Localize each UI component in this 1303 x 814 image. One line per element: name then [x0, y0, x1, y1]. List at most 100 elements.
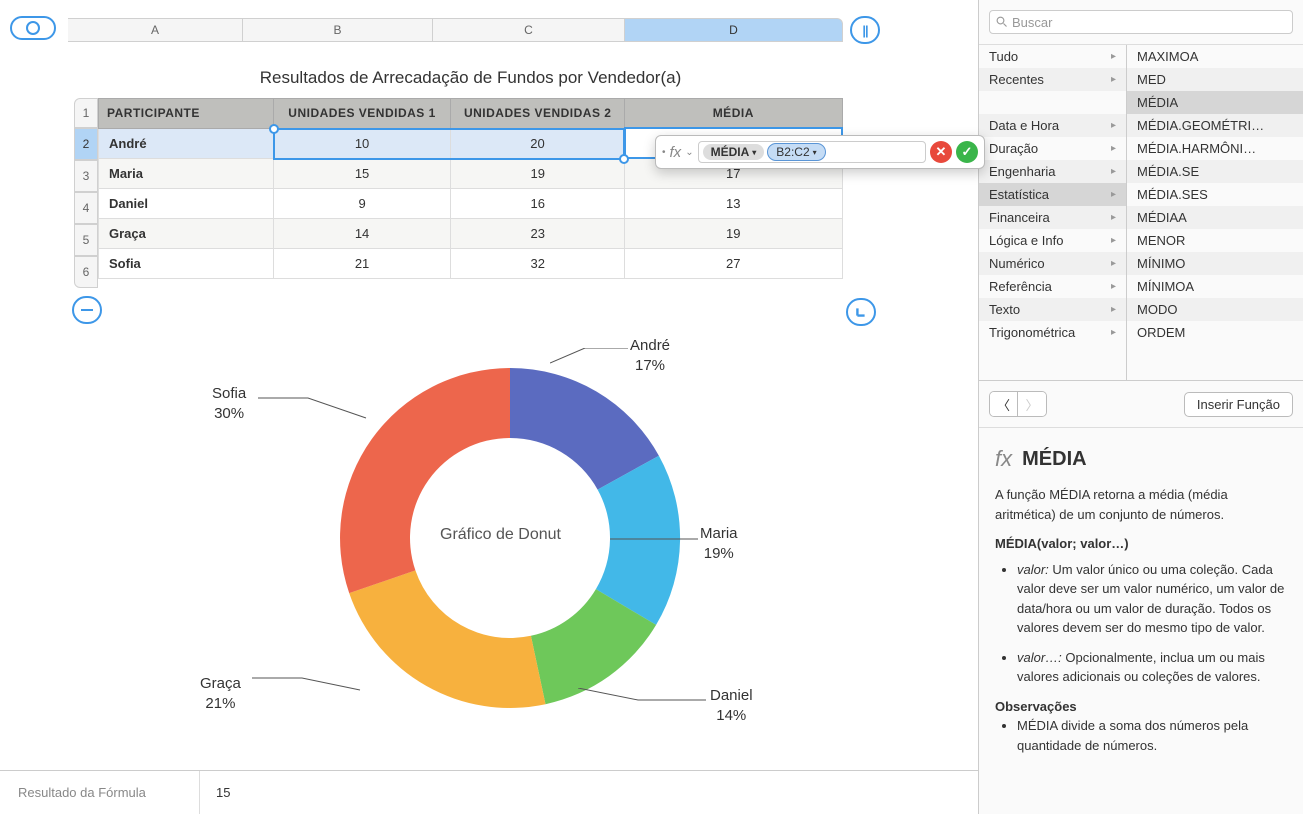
cell[interactable]: 9 — [273, 189, 451, 219]
category-item[interactable] — [979, 91, 1126, 114]
function-item[interactable]: MÉDIA — [1127, 91, 1303, 114]
add-rows-handle[interactable] — [72, 296, 102, 324]
row-header-4[interactable]: 4 — [74, 192, 98, 224]
help-signature: MÉDIA(valor; valor…) — [995, 534, 1287, 554]
category-item[interactable]: Tudo▸ — [979, 45, 1126, 68]
table-row: Sofia 21 32 27 — [99, 249, 843, 279]
cell-name[interactable]: Daniel — [99, 189, 274, 219]
cell[interactable]: 19 — [451, 158, 625, 189]
cell[interactable]: 13 — [625, 189, 842, 219]
chevron-right-icon: ▸ — [1111, 235, 1116, 246]
nav-forward-button[interactable]: 〉 — [1018, 392, 1046, 416]
cell-name[interactable]: Maria — [99, 158, 274, 189]
insert-function-button[interactable]: Inserir Função — [1184, 392, 1293, 417]
cell-name[interactable]: André — [99, 128, 274, 158]
column-resize-handle[interactable]: || — [850, 16, 880, 44]
function-item[interactable]: MODO — [1127, 298, 1303, 321]
category-item[interactable]: Lógica e Info▸ — [979, 229, 1126, 252]
cell[interactable]: 16 — [451, 189, 625, 219]
help-param: valor: Um valor único ou uma coleção. Ca… — [1017, 560, 1287, 638]
table-title[interactable]: Resultados de Arrecadação de Fundos por … — [98, 58, 843, 102]
cell[interactable]: 32 — [451, 249, 625, 279]
chevron-right-icon: ▸ — [1111, 143, 1116, 154]
chevron-down-icon[interactable]: ⌄ — [685, 147, 693, 158]
col-header-d[interactable]: D — [625, 18, 843, 42]
category-list[interactable]: Tudo▸Recentes▸ Data e Hora▸Duração▸Engen… — [979, 45, 1127, 380]
function-list[interactable]: MAXIMOAMEDMÉDIAMÉDIA.GEOMÉTRI…MÉDIA.HARM… — [1127, 45, 1303, 380]
row-header-1[interactable]: 1 — [74, 98, 98, 128]
function-item[interactable]: MAXIMOA — [1127, 45, 1303, 68]
table-corner-bottom-handle[interactable] — [846, 298, 876, 326]
cell[interactable]: 20 — [451, 128, 625, 158]
formula-editor: • fx ⌄ MÉDIA▾ B2:C2▾ ✕ ✓ — [655, 135, 985, 169]
chevron-right-icon: ▸ — [1111, 212, 1116, 223]
function-item[interactable]: MENOR — [1127, 229, 1303, 252]
category-item[interactable]: Engenharia▸ — [979, 160, 1126, 183]
cell[interactable]: 15 — [273, 158, 451, 189]
row-header-5[interactable]: 5 — [74, 224, 98, 256]
search-input[interactable]: Buscar — [989, 10, 1293, 34]
category-item[interactable]: Recentes▸ — [979, 68, 1126, 91]
category-item[interactable]: Referência▸ — [979, 275, 1126, 298]
functions-sidebar: Buscar Tudo▸Recentes▸ Data e Hora▸Duraçã… — [978, 0, 1303, 814]
cell-name[interactable]: Graça — [99, 219, 274, 249]
table-corner-handle[interactable] — [10, 16, 56, 40]
function-item[interactable]: MÉDIA.HARMÔNI… — [1127, 137, 1303, 160]
slice-label-graca: Graça21% — [200, 674, 241, 713]
leader-line — [610, 534, 700, 544]
header-units1[interactable]: UNIDADES VENDIDAS 1 — [273, 99, 451, 129]
cancel-formula-button[interactable]: ✕ — [930, 141, 952, 163]
chevron-right-icon: ▸ — [1111, 120, 1116, 131]
header-participant[interactable]: PARTICIPANTE — [99, 99, 274, 129]
col-header-c[interactable]: C — [433, 18, 625, 42]
function-item[interactable]: MÉDIA.SE — [1127, 160, 1303, 183]
function-item[interactable]: ORDEM — [1127, 321, 1303, 344]
help-description: A função MÉDIA retorna a média (média ar… — [995, 485, 1287, 524]
chevron-right-icon: ▸ — [1111, 327, 1116, 338]
cell[interactable]: 10 — [273, 128, 451, 158]
chevron-down-icon: ▾ — [813, 148, 817, 157]
formula-input[interactable]: MÉDIA▾ B2:C2▾ — [698, 141, 926, 163]
category-item[interactable]: Trigonométrica▸ — [979, 321, 1126, 344]
category-item[interactable]: Texto▸ — [979, 298, 1126, 321]
function-item[interactable]: MÍNIMO — [1127, 252, 1303, 275]
nav-back-button[interactable]: 〈 — [990, 392, 1018, 416]
data-table: PARTICIPANTE UNIDADES VENDIDAS 1 UNIDADE… — [98, 98, 843, 279]
category-item[interactable]: Duração▸ — [979, 137, 1126, 160]
function-item[interactable]: MÉDIA.GEOMÉTRI… — [1127, 114, 1303, 137]
formula-range-token[interactable]: B2:C2▾ — [767, 143, 825, 161]
fx-icon[interactable]: fx — [670, 144, 682, 161]
function-item[interactable]: MÉDIA.SES — [1127, 183, 1303, 206]
donut-chart[interactable]: Gráfico de Donut André17% Maria19% Danie… — [140, 328, 880, 763]
col-header-b[interactable]: B — [243, 18, 433, 42]
cell-name[interactable]: Sofia — [99, 249, 274, 279]
cell[interactable]: 19 — [625, 219, 842, 249]
confirm-formula-button[interactable]: ✓ — [956, 141, 978, 163]
category-item[interactable]: Estatística▸ — [979, 183, 1126, 206]
formula-result-value: 15 — [200, 785, 230, 800]
header-units2[interactable]: UNIDADES VENDIDAS 2 — [451, 99, 625, 129]
cell[interactable]: 14 — [273, 219, 451, 249]
table-row: Graça 14 23 19 — [99, 219, 843, 249]
row-header-6[interactable]: 6 — [74, 256, 98, 288]
col-header-a[interactable]: A — [68, 18, 243, 42]
row-header-2[interactable]: 2 — [74, 128, 98, 160]
cell[interactable]: 23 — [451, 219, 625, 249]
table-header-row: PARTICIPANTE UNIDADES VENDIDAS 1 UNIDADE… — [99, 99, 843, 129]
function-item[interactable]: MÍNIMOA — [1127, 275, 1303, 298]
category-item[interactable]: Financeira▸ — [979, 206, 1126, 229]
formula-result-label: Resultado da Fórmula — [0, 771, 200, 814]
function-item[interactable]: MÉDIAA — [1127, 206, 1303, 229]
leader-line — [252, 668, 362, 696]
chevron-right-icon: ▸ — [1111, 281, 1116, 292]
chart-title: Gráfico de Donut — [440, 526, 561, 544]
category-item[interactable]: Numérico▸ — [979, 252, 1126, 275]
cell[interactable]: 21 — [273, 249, 451, 279]
cell[interactable]: 27 — [625, 249, 842, 279]
header-avg[interactable]: MÉDIA — [625, 99, 842, 129]
leader-line — [550, 348, 630, 368]
formula-function-token[interactable]: MÉDIA▾ — [703, 144, 765, 160]
row-header-3[interactable]: 3 — [74, 160, 98, 192]
function-item[interactable]: MED — [1127, 68, 1303, 91]
category-item[interactable]: Data e Hora▸ — [979, 114, 1126, 137]
